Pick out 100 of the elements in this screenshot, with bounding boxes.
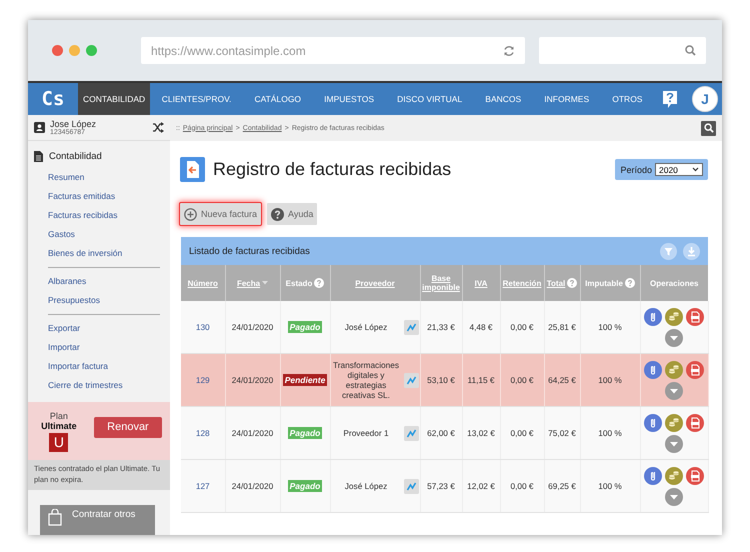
nav-tab[interactable]: IMPUESTOS	[312, 83, 386, 115]
column-header[interactable]: Total	[544, 265, 580, 301]
column-header: Imputable	[580, 265, 640, 301]
pdf-icon[interactable]	[686, 466, 704, 484]
maximize-dot[interactable]	[86, 45, 97, 56]
table-cell: 69,25 €	[548, 481, 576, 491]
line-chart-icon[interactable]	[404, 372, 418, 388]
help-icon[interactable]	[662, 90, 678, 108]
supplier-name: José López	[344, 481, 388, 491]
sidebar-link[interactable]: Albaranes	[28, 272, 86, 291]
column-header: Operaciones	[640, 265, 708, 301]
sidebar-link[interactable]: Bienes de inversión	[28, 244, 122, 263]
page-title: Registro de facturas recibidas	[213, 159, 452, 180]
sidebar-link[interactable]: Resumen	[28, 168, 84, 187]
coins-icon[interactable]	[665, 360, 683, 378]
column-header[interactable]: Fecha	[225, 265, 280, 301]
invoice-number-link[interactable]: 130	[196, 322, 210, 332]
user-avatar[interactable]: J	[692, 86, 718, 112]
coins-icon[interactable]	[665, 466, 683, 484]
nav-tab[interactable]: OTROS	[600, 83, 654, 115]
supplier-name: Proveedor 1	[342, 428, 390, 438]
nav-tab[interactable]: CONTABILIDAD	[78, 83, 150, 115]
dropdown-icon[interactable]	[665, 382, 683, 400]
sidebar-section-title: Contabilidad	[49, 151, 102, 162]
coins-icon[interactable]	[665, 414, 683, 432]
paperclip-icon[interactable]	[644, 308, 662, 326]
table-cell: 13,02 €	[467, 428, 495, 438]
close-dot[interactable]	[52, 45, 63, 56]
status-badge: Pagado	[288, 427, 322, 439]
paperclip-icon[interactable]	[644, 414, 662, 432]
paperclip-icon[interactable]	[644, 360, 662, 378]
coins-icon[interactable]	[665, 308, 683, 326]
sidebar-link[interactable]: Importar	[28, 338, 80, 357]
table-cell: 0,00 €	[510, 481, 534, 491]
table-cell: 25,81 €	[548, 322, 576, 332]
sidebar-link[interactable]: Facturas recibidas	[28, 206, 118, 225]
pdf-icon[interactable]	[686, 360, 704, 378]
new-invoice-button[interactable]: Nueva factura	[180, 203, 262, 225]
sort-caret-icon[interactable]	[262, 281, 268, 285]
plus-circle-icon	[184, 208, 197, 220]
column-header: Estado	[280, 265, 330, 301]
line-chart-icon[interactable]	[404, 320, 418, 334]
table-cell: 100 %	[598, 375, 622, 385]
refresh-icon[interactable]	[503, 44, 515, 56]
help-button[interactable]: Ayuda	[267, 203, 318, 225]
table-cell: 64,25 €	[548, 375, 576, 385]
table-cell: 0,00 €	[510, 428, 534, 438]
pdf-icon[interactable]	[686, 414, 704, 432]
status-badge: Pendiente	[282, 374, 328, 386]
line-chart-icon[interactable]	[404, 426, 418, 440]
pdf-icon[interactable]	[686, 308, 704, 326]
sidebar-link[interactable]: Facturas emitidas	[28, 187, 116, 206]
column-header[interactable]: Número	[181, 265, 225, 301]
table-cell: 24/01/2020	[232, 428, 274, 438]
nav-tab[interactable]: CLIENTES/PROV.	[150, 83, 243, 115]
column-header[interactable]: Base imponible	[420, 265, 462, 301]
period-label: Período	[620, 164, 652, 174]
minimize-dot[interactable]	[69, 45, 80, 56]
column-header[interactable]: IVA	[462, 265, 500, 301]
sidebar-link[interactable]: Gastos	[28, 225, 75, 244]
supplier-name: Transformaciones digitales y estrategias creativas SL.	[332, 360, 400, 400]
table-cell: 100 %	[598, 322, 622, 332]
search-field[interactable]	[539, 37, 706, 64]
nav-tab[interactable]: BANCOS	[474, 83, 533, 115]
download-icon[interactable]	[683, 242, 700, 260]
nav-tab[interactable]: DISCO VIRTUAL	[386, 83, 474, 115]
column-header[interactable]: Retención	[500, 265, 544, 301]
column-header[interactable]: Proveedor	[330, 265, 420, 301]
plan-name: Ultimate	[41, 420, 77, 430]
sidebar-link[interactable]: Exportar	[28, 319, 80, 338]
dropdown-icon[interactable]	[665, 488, 683, 506]
buy-more-button[interactable]: Contratar otros	[40, 505, 155, 535]
address-bar[interactable]: https://www.contasimple.com	[141, 37, 525, 64]
table-cell: 24/01/2020	[232, 375, 274, 385]
logo[interactable]: Cs	[28, 88, 78, 110]
plan-label: Plan	[50, 410, 68, 420]
shuffle-icon[interactable]	[152, 122, 164, 133]
table-title: Listado de facturas recibidas	[189, 246, 310, 256]
invoice-number-link[interactable]: 129	[196, 375, 210, 385]
period-select[interactable]: 2020	[655, 163, 703, 176]
table-cell: 100 %	[598, 481, 622, 491]
sidebar-link[interactable]: Presupuestos	[28, 291, 100, 310]
renew-button[interactable]: Renovar	[94, 416, 162, 438]
sidebar-link[interactable]: Cierre de trimestres	[28, 376, 123, 395]
dropdown-icon[interactable]	[665, 434, 683, 452]
help-icon[interactable]	[271, 208, 284, 220]
invoice-number-link[interactable]: 127	[196, 481, 210, 491]
table-cell: 62,00 €	[427, 428, 455, 438]
invoice-number-link[interactable]: 128	[196, 428, 210, 438]
line-chart-icon[interactable]	[404, 478, 418, 494]
table-cell: 53,10 €	[427, 375, 455, 385]
search-button[interactable]	[701, 120, 716, 136]
user-card-icon	[34, 122, 45, 133]
dropdown-icon[interactable]	[665, 328, 683, 346]
filter-icon[interactable]	[660, 242, 677, 260]
nav-tab[interactable]: CATÁLOGO	[242, 83, 313, 115]
paperclip-icon[interactable]	[644, 466, 662, 484]
status-badge: Pagado	[288, 480, 322, 492]
sidebar-link[interactable]: Importar factura	[28, 357, 108, 376]
nav-tab[interactable]: INFORMES	[532, 83, 601, 115]
